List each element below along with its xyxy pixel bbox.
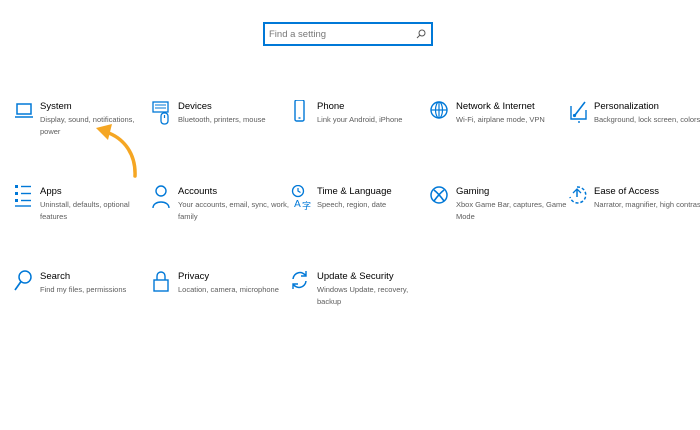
tile-privacy[interactable]: Privacy Location, camera, microphone: [152, 271, 290, 296]
tile-title: Phone: [317, 101, 345, 112]
ease-of-access-icon: [568, 185, 590, 211]
time-language-icon: A字: [291, 185, 313, 211]
tile-title: Ease of Access: [594, 186, 659, 197]
tile-description: Windows Update, recovery, backup: [317, 285, 409, 306]
tile-title: Search: [40, 271, 71, 282]
tile-description: Background, lock screen, colors: [594, 115, 700, 124]
tile-title: Personalization: [594, 101, 659, 112]
laptop-icon: [14, 100, 36, 126]
search-input[interactable]: [269, 28, 415, 40]
tile-personalization[interactable]: Personalization Background, lock screen,…: [568, 101, 700, 126]
phone-icon: [291, 100, 313, 126]
xbox-icon: [430, 185, 452, 211]
tile-network-internet[interactable]: Network & Internet Wi-Fi, airplane mode,…: [430, 101, 568, 126]
tile-system[interactable]: System Display, sound, notifications, po…: [14, 101, 152, 138]
tile-update-security[interactable]: Update & Security Windows Update, recove…: [291, 271, 429, 308]
update-icon: [291, 270, 313, 296]
lock-icon: [152, 270, 174, 296]
devices-icon: [152, 100, 174, 126]
globe-icon: [430, 100, 452, 126]
search-icon: [14, 270, 36, 296]
tile-description: Your accounts, email, sync, work, family: [178, 200, 290, 221]
tile-title: Apps: [40, 186, 62, 197]
tile-gaming[interactable]: Gaming Xbox Game Bar, captures, Game Mod…: [430, 186, 568, 223]
tile-devices[interactable]: Devices Bluetooth, printers, mouse: [152, 101, 290, 126]
tile-description: Wi-Fi, airplane mode, VPN: [456, 115, 545, 124]
tile-search[interactable]: Search Find my files, permissions: [14, 270, 152, 296]
tile-title: Network & Internet: [456, 101, 535, 112]
svg-text:A: A: [294, 199, 301, 210]
tile-description: Find my files, permissions: [40, 285, 127, 294]
tile-apps[interactable]: Apps Uninstall, defaults, optional featu…: [14, 185, 152, 223]
person-icon: [152, 185, 174, 211]
tile-title: Accounts: [178, 186, 218, 197]
personalization-icon: [568, 100, 590, 126]
tile-description: Location, camera, microphone: [178, 285, 279, 294]
tile-description: Uninstall, defaults, optional features: [40, 200, 130, 221]
svg-text:字: 字: [302, 200, 311, 211]
tile-phone[interactable]: Phone Link your Android, iPhone: [291, 100, 429, 126]
tile-title: Time & Language: [317, 186, 392, 197]
tile-accounts[interactable]: Accounts Your accounts, email, sync, wor…: [152, 185, 290, 223]
tile-description: Xbox Game Bar, captures, Game Mode: [456, 200, 567, 221]
search-box[interactable]: [263, 22, 433, 46]
search-icon[interactable]: [415, 28, 427, 40]
tile-title: Gaming: [456, 186, 490, 197]
tile-title: System: [40, 101, 72, 112]
tile-title: Devices: [178, 101, 212, 112]
tile-description: Bluetooth, printers, mouse: [178, 115, 266, 124]
tile-title: Update & Security: [317, 271, 394, 282]
tile-description: Link your Android, iPhone: [317, 115, 403, 124]
tile-ease-of-access[interactable]: Ease of Access Narrator, magnifier, high…: [568, 186, 700, 211]
tile-time-language[interactable]: A字 Time & Language Speech, region, date: [291, 185, 429, 211]
tile-title: Privacy: [178, 271, 210, 282]
tile-description: Speech, region, date: [317, 200, 387, 209]
apps-list-icon: [14, 185, 36, 211]
tile-description: Narrator, magnifier, high contrast: [594, 200, 700, 209]
tile-description: Display, sound, notifications, power: [40, 115, 135, 136]
